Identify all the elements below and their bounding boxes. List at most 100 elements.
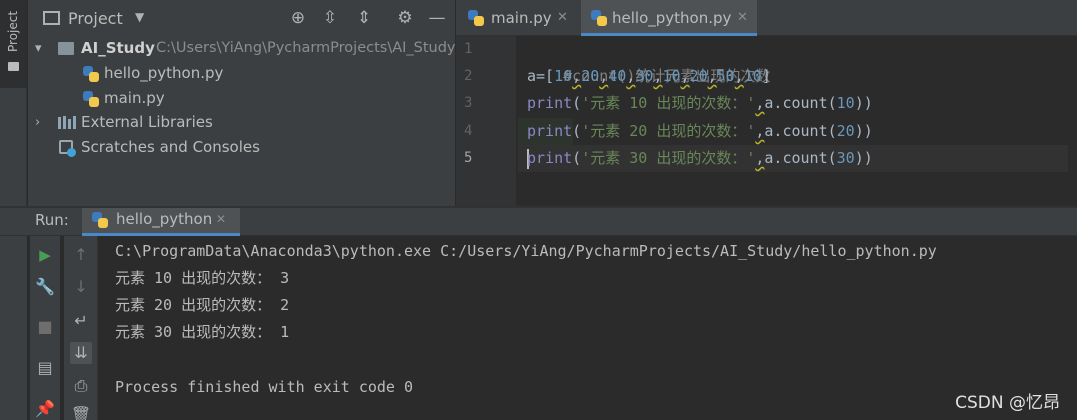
- tree-root-path: C:\Users\YiAng\PycharmProjects\AI_Study: [156, 40, 456, 56]
- scroll-to-end-icon[interactable]: ⇊: [70, 342, 92, 364]
- arrow-up-icon[interactable]: ↑: [70, 244, 92, 266]
- code-editor: main.py ✕ hello_python.py ✕ 1 2 3 4 5 #c…: [456, 0, 1077, 206]
- code-number: 10: [662, 67, 681, 85]
- tree-scratches-label: Scratches and Consoles: [81, 138, 260, 156]
- expand-all-icon[interactable]: ⇳: [320, 8, 340, 28]
- code-comma: ,: [680, 67, 690, 85]
- line-number: 1: [464, 41, 473, 57]
- code-comma: ,: [734, 67, 744, 85]
- stop-icon[interactable]: ■: [34, 316, 56, 338]
- chevron-down-icon[interactable]: ▼: [135, 10, 144, 24]
- rerun-play-icon[interactable]: ▶: [34, 244, 56, 266]
- python-file-icon: [83, 91, 99, 107]
- run-left-strip: [0, 236, 27, 420]
- editor-tab-bar: main.py ✕ hello_python.py ✕: [456, 0, 1077, 36]
- line-number-gutter: 1 2 3 4 5: [456, 36, 516, 206]
- tree-root-item[interactable]: ▾ AI_Study C:\Users\YiAng\PycharmProject…: [28, 36, 456, 61]
- python-file-icon: [468, 10, 484, 26]
- tab-main-py[interactable]: main.py ✕: [456, 0, 580, 36]
- code-comma: ,: [707, 67, 717, 85]
- code-number: 20: [836, 122, 855, 140]
- arrow-down-icon[interactable]: ↓: [70, 276, 92, 298]
- watermark: CSDN @忆昂: [955, 393, 1060, 413]
- chevron-down-icon[interactable]: ▾: [35, 36, 42, 61]
- trash-icon[interactable]: 🗑: [70, 404, 92, 420]
- project-panel-header: Project ▼ ⊕ ⇳ ⇕ ⚙ —: [28, 0, 455, 36]
- tree-external-libraries[interactable]: › External Libraries: [28, 110, 455, 135]
- code-token: (: [572, 94, 582, 112]
- close-icon[interactable]: ✕: [557, 0, 568, 36]
- run-tab-label: hello_python: [116, 210, 213, 228]
- line-number: 4: [464, 123, 473, 139]
- pin-icon[interactable]: 📌: [34, 398, 56, 420]
- tree-scratches[interactable]: Scratches and Consoles: [28, 135, 455, 160]
- run-toolbar-primary: ▶ 🔧 ■ ▤ 📌: [30, 236, 60, 420]
- console-output-line: C:\ProgramData\Anaconda3\python.exe C:/U…: [115, 242, 937, 260]
- code-keyword: print: [527, 149, 573, 167]
- code-comma: ,: [572, 67, 582, 85]
- console-output-line: 元素 20 出现的次数： 2: [115, 296, 290, 314]
- code-line-4[interactable]: print('元素 20 出现的次数：',a.count(20)): [527, 118, 873, 145]
- collapse-all-icon[interactable]: ⇕: [354, 8, 374, 28]
- code-string: '元素 10 出现的次数：': [581, 94, 756, 112]
- code-line-1[interactable]: #count()统计元素出现的次数: [527, 36, 770, 85]
- close-icon[interactable]: ✕: [737, 0, 748, 36]
- tree-file-main[interactable]: main.py: [28, 86, 455, 111]
- line-number: 2: [464, 68, 473, 84]
- project-tool-tab-label[interactable]: Project: [6, 11, 20, 52]
- tree-external-libraries-label: External Libraries: [81, 113, 213, 131]
- code-keyword: print: [527, 94, 573, 112]
- hide-minimize-icon[interactable]: —: [427, 8, 447, 28]
- code-token: (: [572, 149, 582, 167]
- python-file-icon: [591, 10, 607, 26]
- code-number: 10: [554, 67, 573, 85]
- code-token: a.count(: [764, 122, 837, 140]
- left-tool-strip: Project: [0, 0, 27, 206]
- tree-file-label: hello_python.py: [104, 64, 224, 82]
- python-file-icon: [92, 212, 108, 228]
- folder-icon: [58, 42, 74, 55]
- code-token: a=[: [527, 67, 555, 85]
- chevron-right-icon[interactable]: ›: [35, 110, 40, 135]
- layout-icon[interactable]: ▤: [34, 357, 56, 379]
- line-number: 5: [464, 150, 473, 166]
- run-toolbar-secondary: ↑ ↓ ↵ ⇊ ⎙ 🗑: [64, 236, 98, 420]
- project-tool-tab[interactable]: Project: [0, 0, 27, 88]
- run-tab-hello-python[interactable]: hello_python ✕: [82, 208, 240, 236]
- code-token: (: [572, 122, 582, 140]
- console-output-line: 元素 30 出现的次数： 1: [115, 323, 290, 341]
- tab-hello-python[interactable]: hello_python.py ✕: [581, 0, 757, 36]
- soft-wrap-icon[interactable]: ↵: [70, 310, 92, 332]
- code-line-3[interactable]: print('元素 10 出现的次数：',a.count(10)): [527, 90, 873, 117]
- project-window-icon: [43, 11, 60, 25]
- print-icon[interactable]: ⎙: [70, 375, 92, 397]
- tree-file-label: main.py: [104, 89, 165, 107]
- code-line-5[interactable]: print('元素 30 出现的次数：',a.count(30)): [518, 145, 1068, 172]
- code-keyword: print: [527, 122, 573, 140]
- project-panel: Project ▼ ⊕ ⇳ ⇕ ⚙ — ▾ AI_Study C:\Users\…: [28, 0, 456, 206]
- code-token: )): [854, 122, 873, 140]
- run-label: Run:: [35, 211, 69, 229]
- project-panel-title[interactable]: Project: [68, 9, 123, 28]
- code-token: ]: [761, 67, 771, 85]
- tab-label: hello_python.py: [612, 9, 732, 27]
- code-token: a.count(: [764, 94, 837, 112]
- code-number: 30: [635, 67, 654, 85]
- tab-label: main.py: [491, 9, 552, 27]
- locate-target-icon[interactable]: ⊕: [288, 8, 308, 28]
- scratches-icon: [59, 140, 76, 157]
- gear-icon[interactable]: ⚙: [395, 8, 415, 28]
- line-number: 3: [464, 95, 473, 111]
- code-number: 30: [836, 149, 855, 167]
- close-icon[interactable]: ✕: [216, 212, 226, 226]
- tree-root-name: AI_Study: [81, 39, 155, 57]
- console-output-line: 元素 10 出现的次数： 3: [115, 269, 290, 287]
- code-line-2[interactable]: a=[10,20,40,30,10,20,50,10]: [527, 63, 771, 90]
- tree-file-hello-python[interactable]: hello_python.py: [28, 61, 455, 86]
- code-number: 20: [581, 67, 600, 85]
- code-token: a.count(: [764, 149, 837, 167]
- run-panel: Run: hello_python ✕ ▶ 🔧 ■ ▤ 📌 ↑ ↓ ↵ ⇊ ⎙ …: [0, 208, 1077, 420]
- code-token: )): [854, 149, 873, 167]
- wrench-icon[interactable]: 🔧: [34, 276, 56, 298]
- run-panel-header: Run: hello_python ✕: [0, 208, 1077, 236]
